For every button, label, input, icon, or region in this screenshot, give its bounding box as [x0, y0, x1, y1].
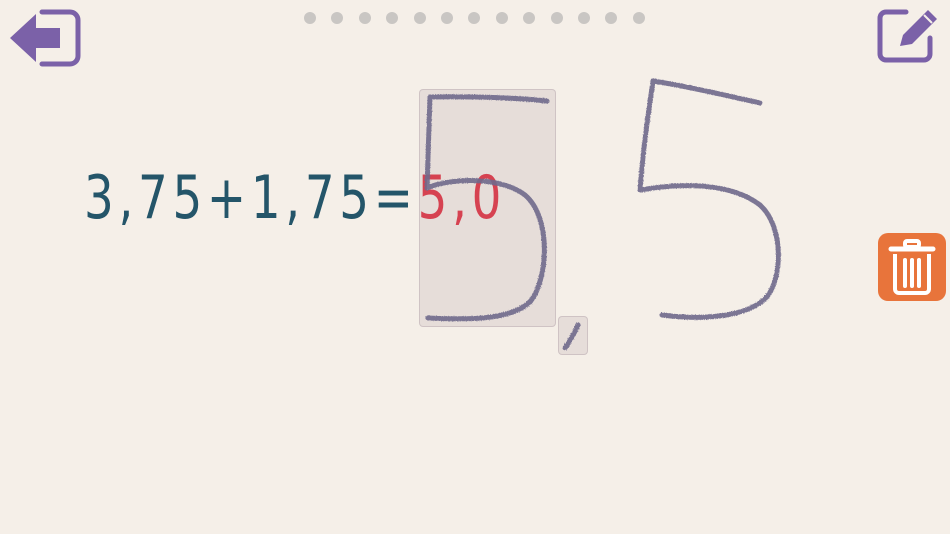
edit-button[interactable]: [876, 6, 944, 64]
trash-icon: [888, 239, 936, 295]
progress-dot[interactable]: [468, 12, 481, 24]
progress-dot[interactable]: [605, 12, 618, 24]
progress-dot[interactable]: [550, 12, 563, 24]
progress-dot[interactable]: [331, 12, 344, 24]
back-arrow-icon: [10, 9, 81, 67]
progress-dot[interactable]: [358, 12, 371, 24]
game-stage: 3,75+1,75=5,0: [0, 0, 950, 534]
recognized-comma-box: [558, 316, 588, 355]
progress-dot[interactable]: [495, 12, 508, 24]
handwritten-digit-stroke: [637, 183, 781, 320]
progress-dots: [304, 12, 645, 26]
progress-dot[interactable]: [523, 12, 536, 24]
progress-dot[interactable]: [304, 12, 316, 24]
recognized-digit-box: [419, 89, 556, 327]
equation-expression: 3,75+1,75=: [84, 163, 418, 233]
handwritten-digit-stroke: [637, 78, 656, 193]
progress-dot[interactable]: [413, 12, 426, 24]
progress-dot[interactable]: [386, 12, 399, 24]
trash-button[interactable]: [878, 233, 946, 301]
back-button[interactable]: [8, 8, 82, 68]
progress-dot[interactable]: [577, 12, 590, 24]
handwritten-digit-stroke: [650, 78, 763, 106]
progress-dot[interactable]: [632, 12, 645, 24]
pencil-edit-icon: [877, 9, 937, 63]
progress-dot[interactable]: [440, 12, 453, 24]
